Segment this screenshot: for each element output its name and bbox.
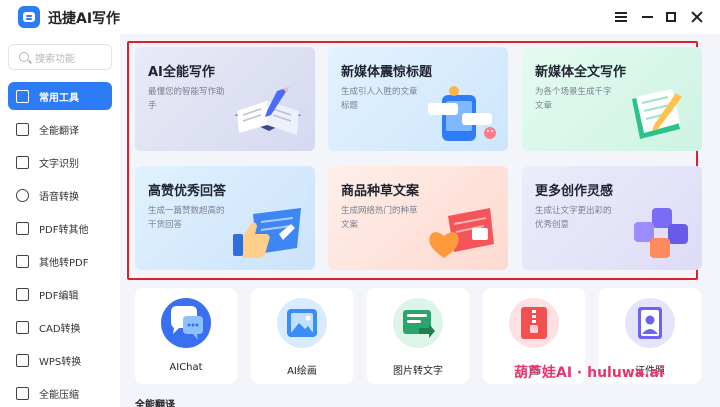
tool-label: AIChat	[169, 362, 203, 373]
cad-icon	[16, 320, 29, 334]
main-panel: AI全能写作 最懂您的智能写作助手 新媒体震惊标题 生成引人入胜的文章标题 新媒…	[120, 34, 720, 407]
tool-ai-painting[interactable]: AI绘画	[251, 288, 353, 384]
close-icon[interactable]	[688, 8, 706, 26]
sidebar: 搜索功能 常用工具 全能翻译 文字识别 语音转换 PDF转其他 其他转PDF P…	[0, 34, 120, 407]
card-more-ideas[interactable]: 更多创作灵感 生成让文字更出彩的优秀创意	[522, 166, 702, 270]
section-title: 全能翻译	[135, 400, 175, 407]
card-ai-writing[interactable]: AI全能写作 最懂您的智能写作助手	[135, 47, 315, 151]
sidebar-item-label: 常用工具	[39, 92, 79, 104]
text-recognition-icon	[16, 155, 29, 169]
wps-icon	[16, 353, 29, 367]
title-bar: 迅捷AI写作	[0, 0, 720, 34]
search-icon	[19, 52, 29, 62]
image-frame-icon	[277, 298, 327, 348]
sidebar-item-common-tools[interactable]: 常用工具	[8, 82, 112, 110]
sidebar-item-other-to-pdf[interactable]: 其他转PDF	[8, 247, 112, 275]
maximize-icon[interactable]	[662, 8, 680, 26]
sidebar-item-label: 文字识别	[39, 158, 79, 170]
pdf-edit-icon	[16, 287, 29, 301]
card-desc: 生成网络热门的种草文案	[341, 206, 418, 230]
minimize-icon[interactable]	[638, 8, 656, 26]
pdf-export-icon	[16, 221, 29, 235]
sidebar-item-pdf-edit[interactable]: PDF编辑	[8, 280, 112, 308]
image-to-text-icon	[393, 298, 443, 348]
card-title: 新媒体震惊标题	[341, 65, 433, 80]
tool-label: 图片转文字	[393, 366, 443, 377]
pdf-import-icon	[16, 254, 29, 268]
card-top-answer[interactable]: 高赞优秀回答 生成一篇赞数超高的干货回答	[135, 166, 315, 270]
watermark: 葫芦娃AI · huluwa.ai	[514, 365, 664, 381]
translate-icon	[16, 122, 29, 136]
sidebar-item-compress[interactable]: 全能压缩	[8, 379, 112, 407]
document-pen-icon	[632, 89, 682, 139]
sidebar-item-pdf-to-other[interactable]: PDF转其他	[8, 214, 112, 242]
card-title: AI全能写作	[148, 65, 215, 80]
voice-icon	[16, 188, 29, 202]
card-title: 高赞优秀回答	[148, 184, 227, 199]
sidebar-item-translate[interactable]: 全能翻译	[8, 115, 112, 143]
menu-icon[interactable]	[612, 8, 630, 26]
card-desc: 为各个场景生成千字文章	[535, 87, 612, 111]
sidebar-item-voice[interactable]: 语音转换	[8, 181, 112, 209]
heart-cards-icon	[429, 208, 494, 258]
sidebar-item-label: PDF编辑	[39, 290, 79, 302]
card-media-fulltext[interactable]: 新媒体全文写作 为各个场景生成千字文章	[522, 47, 702, 151]
toolbox-icon	[16, 89, 29, 103]
search-placeholder: 搜索功能	[35, 53, 75, 65]
compress-icon	[16, 386, 29, 400]
sidebar-item-label: WPS转换	[39, 356, 82, 368]
blocks-icon	[634, 208, 688, 258]
id-photo-icon	[625, 298, 675, 348]
card-title: 更多创作灵感	[535, 184, 614, 199]
search-input[interactable]: 搜索功能	[8, 44, 112, 70]
card-media-headline[interactable]: 新媒体震惊标题 生成引人入胜的文章标题	[328, 47, 508, 151]
card-title: 新媒体全文写作	[535, 65, 627, 80]
sidebar-item-label: CAD转换	[39, 323, 81, 335]
thumbs-up-icon	[233, 208, 301, 258]
tool-label: AI绘画	[287, 366, 317, 377]
sidebar-item-label: 语音转换	[39, 191, 79, 203]
card-title: 商品种草文案	[341, 184, 420, 199]
tool-aichat[interactable]: AIChat	[135, 288, 237, 384]
sidebar-item-wps[interactable]: WPS转换	[8, 346, 112, 374]
card-desc: 生成引人入胜的文章标题	[341, 87, 418, 111]
card-desc: 生成让文字更出彩的优秀创意	[535, 206, 612, 230]
sidebar-item-label: 全能翻译	[39, 125, 79, 137]
phone-emoji-icon	[428, 86, 496, 141]
sidebar-item-cad[interactable]: CAD转换	[8, 313, 112, 341]
chat-bubble-icon	[161, 298, 211, 348]
notebook-pen-icon	[235, 87, 301, 135]
sidebar-item-ocr[interactable]: 文字识别	[8, 148, 112, 176]
sidebar-item-label: 全能压缩	[39, 389, 79, 401]
card-desc: 生成一篇赞数超高的干货回答	[148, 206, 225, 230]
sidebar-item-label: PDF转其他	[39, 224, 89, 236]
sidebar-item-label: 其他转PDF	[39, 257, 89, 269]
app-logo-icon	[18, 6, 40, 28]
card-product-copy[interactable]: 商品种草文案 生成网络热门的种草文案	[328, 166, 508, 270]
tool-image-to-text[interactable]: 图片转文字	[367, 288, 469, 384]
card-desc: 最懂您的智能写作助手	[148, 87, 225, 111]
app-title: 迅捷AI写作	[48, 11, 121, 27]
image-compress-icon	[509, 298, 559, 348]
